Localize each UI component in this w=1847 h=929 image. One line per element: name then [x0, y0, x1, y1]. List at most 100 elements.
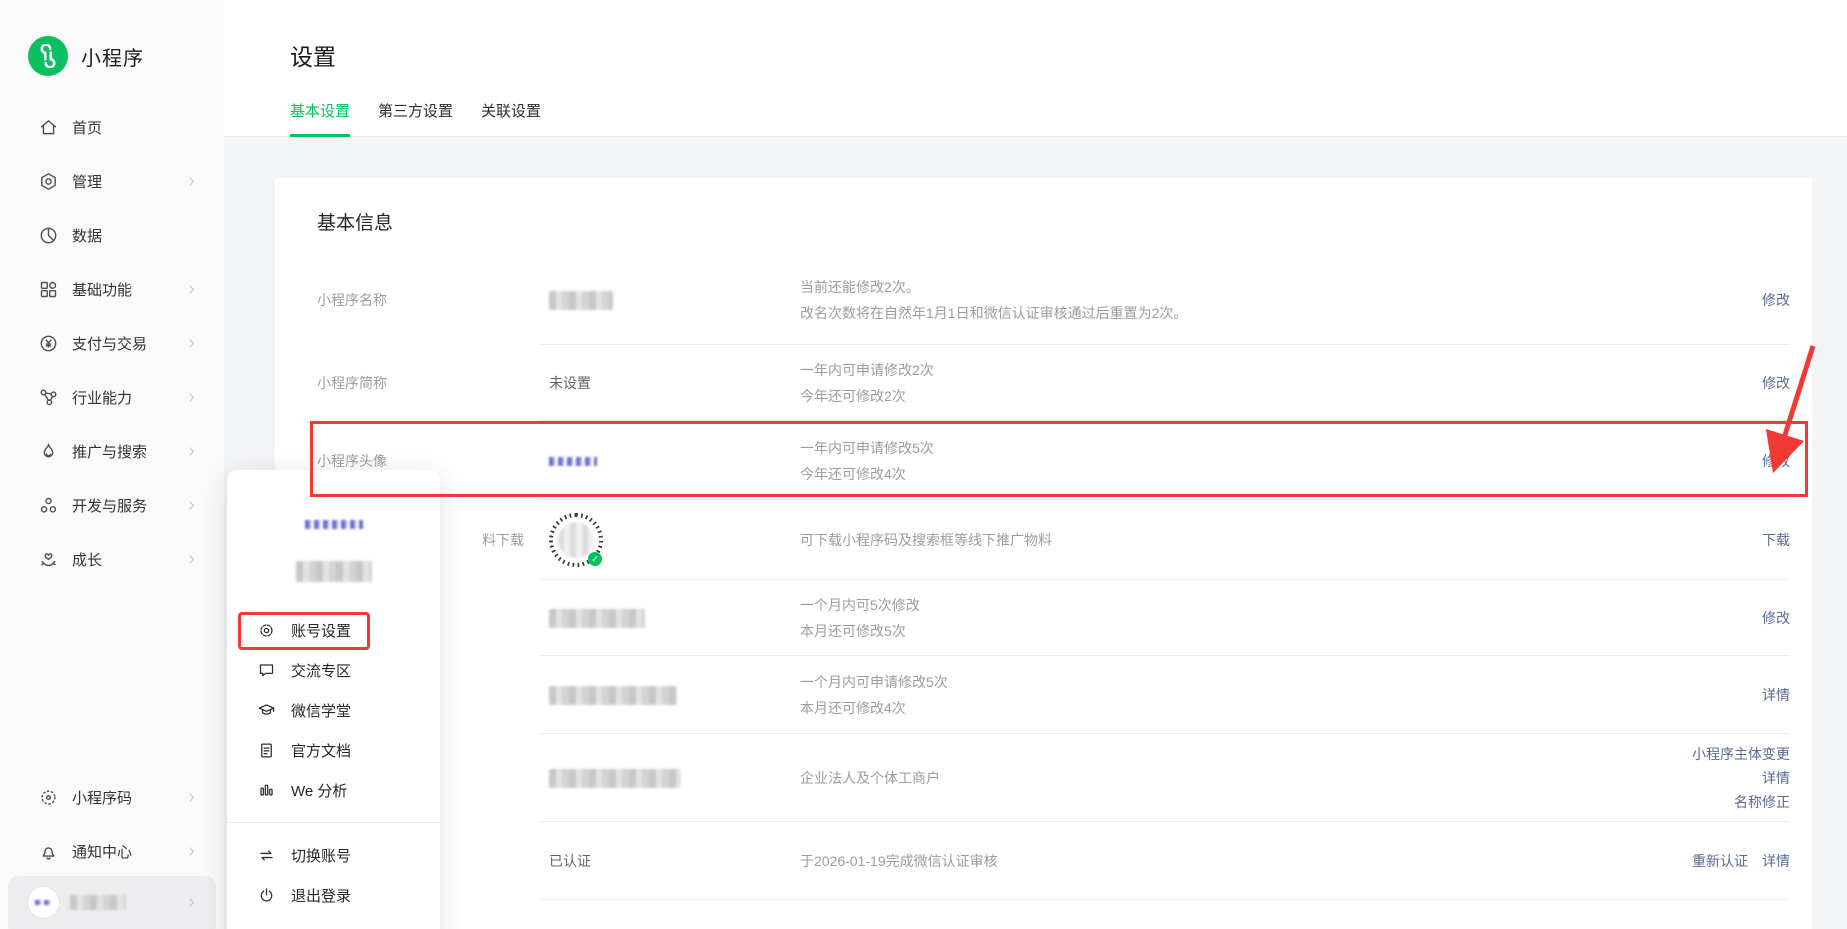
row-description: 一个月内可申请修改5次本月还可修改4次 [800, 669, 1620, 721]
popup-item-微信学堂[interactable]: 微信学堂 [227, 690, 440, 730]
tab-关联设置[interactable]: 关联设置 [481, 100, 541, 137]
chevron-right-icon [185, 791, 198, 804]
minicode-icon [38, 787, 59, 808]
row-actions: 小程序主体变更详情名称修正 [1620, 742, 1790, 814]
dev-icon [38, 495, 59, 516]
account-name-redacted [70, 895, 126, 910]
popup-item-label: 切换账号 [291, 845, 351, 866]
popup-item-label: We 分析 [291, 780, 347, 801]
sidebar-item-行业能力[interactable]: 行业能力 [0, 370, 224, 424]
sidebar-account[interactable] [8, 876, 216, 929]
chart-icon [257, 781, 276, 800]
switch-icon [257, 846, 276, 865]
action-link-修改[interactable]: 修改 [1762, 292, 1790, 308]
tab-基本设置[interactable]: 基本设置 [290, 100, 350, 137]
sidebar-item-label: 管理 [72, 171, 102, 192]
row-value: 未设置 [549, 373, 800, 393]
chevron-right-icon [185, 445, 198, 458]
bell-icon [38, 841, 59, 862]
gear-icon [257, 621, 276, 640]
row-label: 小程序名称 [317, 290, 549, 310]
action-link-详情[interactable]: 详情 [1620, 766, 1790, 790]
tab-bar: 基本设置第三方设置关联设置 [290, 100, 569, 137]
settings-rows: 小程序名称 当前还能修改2次。改名次数将在自然年1月1日和微信认证审核通过后重置为… [275, 255, 1812, 900]
miniprogram-qrcode-image: ✓ [549, 513, 603, 567]
row-description: 一年内可申请修改2次今年还可修改2次 [800, 357, 1620, 409]
action-link-详情[interactable]: 详情 [1762, 853, 1790, 869]
card-title: 基本信息 [317, 208, 393, 235]
sidebar-item-管理[interactable]: 管理 [0, 154, 224, 208]
sidebar-item-label: 支付与交易 [72, 333, 147, 354]
redacted-value [549, 686, 677, 705]
verified-check-icon: ✓ [588, 552, 602, 566]
sidebar-item-label: 成长 [72, 549, 102, 570]
sidebar-item-label: 行业能力 [72, 387, 132, 408]
row-value: 已认证 [549, 851, 800, 871]
grad-cap-icon [257, 701, 276, 720]
chevron-right-icon [185, 175, 198, 188]
popup-item-label: 官方文档 [291, 740, 351, 761]
table-row: 一个月内可5次修改本月还可修改5次修改 [275, 580, 1812, 656]
pay-icon [38, 333, 59, 354]
tab-第三方设置[interactable]: 第三方设置 [378, 100, 453, 137]
popup-item-label: 账号设置 [291, 620, 351, 641]
row-value [549, 453, 800, 469]
row-actions: 修改 [1620, 608, 1790, 628]
chevron-right-icon [185, 391, 198, 404]
popup-item-label: 微信学堂 [291, 700, 351, 721]
table-row: 小程序名称 当前还能修改2次。改名次数将在自然年1月1日和微信认证审核通过后重置为… [275, 255, 1812, 345]
action-link-下载[interactable]: 下载 [1762, 532, 1790, 548]
popup-item-交流专区[interactable]: 交流专区 [227, 650, 440, 690]
row-value: ✓ [549, 513, 800, 567]
power-icon [257, 886, 276, 905]
content-area: 基本信息 小程序名称 当前还能修改2次。改名次数将在自然年1月1日和微信认证审核通… [224, 137, 1847, 929]
sidebar-item-支付与交易[interactable]: 支付与交易 [0, 316, 224, 370]
action-link-修改[interactable]: 修改 [1762, 610, 1790, 626]
action-link-修改[interactable]: 修改 [1762, 453, 1790, 469]
popup-item-label: 退出登录 [291, 885, 351, 906]
chevron-right-icon [185, 896, 198, 909]
chevron-right-icon [185, 337, 198, 350]
chevron-right-icon [185, 283, 198, 296]
popup-item-We 分析[interactable]: We 分析 [227, 770, 440, 810]
sidebar-nav-bottom: 小程序码通知中心 [0, 770, 224, 878]
action-link-名称修正[interactable]: 名称修正 [1620, 790, 1790, 814]
sidebar: 小程序 首页管理数据基础功能支付与交易行业能力推广与搜索开发与服务成长 小程序码… [0, 0, 224, 929]
table-row: 一个月内可申请修改5次本月还可修改4次 详情 [275, 656, 1812, 734]
row-actions: 修改 [1620, 451, 1790, 471]
row-label: 小程序头像 [317, 451, 549, 471]
row-value [549, 769, 800, 788]
popup-item-退出登录[interactable]: 退出登录 [227, 875, 440, 915]
sidebar-item-基础功能[interactable]: 基础功能 [0, 262, 224, 316]
flame-icon [38, 441, 59, 462]
action-link-详情[interactable]: 详情 [1762, 687, 1790, 703]
sidebar-item-label: 通知中心 [72, 841, 132, 862]
sidebar-item-成长[interactable]: 成长 [0, 532, 224, 586]
sidebar-item-数据[interactable]: 数据 [0, 208, 224, 262]
row-description: 可下载小程序码及搜索框等线下推广物料 [800, 527, 1620, 553]
sidebar-item-通知中心[interactable]: 通知中心 [0, 824, 224, 878]
action-link-修改[interactable]: 修改 [1762, 375, 1790, 391]
row-actions: 修改 [1620, 290, 1790, 310]
brand-title: 小程序 [81, 42, 144, 71]
sidebar-item-小程序码[interactable]: 小程序码 [0, 770, 224, 824]
row-actions: 重新认证详情 [1620, 851, 1790, 871]
action-link-重新认证[interactable]: 重新认证 [1692, 853, 1748, 869]
sidebar-item-label: 开发与服务 [72, 495, 147, 516]
popup-item-官方文档[interactable]: 官方文档 [227, 730, 440, 770]
manage-icon [38, 171, 59, 192]
avatar-logo-mark [549, 457, 597, 466]
sidebar-item-开发与服务[interactable]: 开发与服务 [0, 478, 224, 532]
miniprogram-logo-icon [28, 36, 68, 76]
action-link-小程序主体变更[interactable]: 小程序主体变更 [1620, 742, 1790, 766]
popup-item-切换账号[interactable]: 切换账号 [227, 835, 440, 875]
sidebar-item-推广与搜索[interactable]: 推广与搜索 [0, 424, 224, 478]
popup-item-账号设置[interactable]: 账号设置 [227, 610, 440, 650]
sidebar-item-label: 基础功能 [72, 279, 132, 300]
row-label: 小程序简称 [317, 373, 549, 393]
popup-item-label: 交流专区 [291, 660, 351, 681]
table-row: 小程序简称未设置一年内可申请修改2次今年还可修改2次 修改 [275, 345, 1812, 421]
sidebar-item-首页[interactable]: 首页 [0, 100, 224, 154]
row-description: 当前还能修改2次。改名次数将在自然年1月1日和微信认证审核通过后重置为2次。 [800, 274, 1620, 326]
chevron-right-icon [185, 499, 198, 512]
